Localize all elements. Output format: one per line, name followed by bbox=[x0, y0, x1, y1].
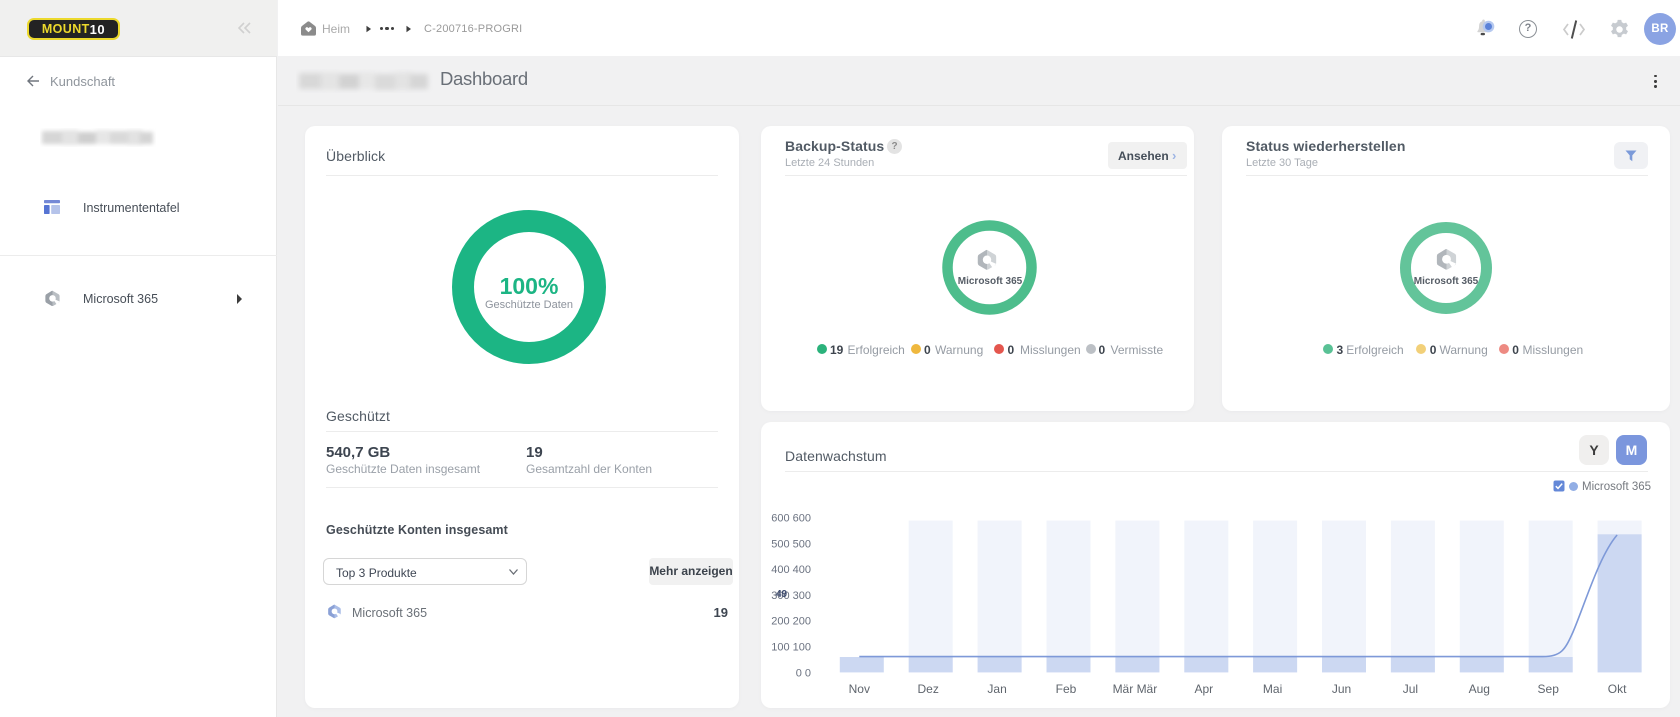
svg-text:400 400: 400 400 bbox=[771, 564, 811, 576]
svg-text:500 500: 500 500 bbox=[771, 538, 811, 550]
svg-text:Aug: Aug bbox=[1469, 682, 1490, 696]
svg-text:0 0: 0 0 bbox=[796, 667, 811, 679]
svg-text:49: 49 bbox=[776, 589, 788, 600]
svg-text:200 200: 200 200 bbox=[771, 616, 811, 628]
svg-text:100 100: 100 100 bbox=[771, 642, 811, 654]
svg-text:Okt: Okt bbox=[1608, 682, 1627, 696]
svg-text:Mai: Mai bbox=[1263, 682, 1282, 696]
svg-text:Dez: Dez bbox=[918, 682, 939, 696]
svg-text:Sep: Sep bbox=[1538, 682, 1560, 696]
svg-text:600 600: 600 600 bbox=[771, 513, 811, 525]
svg-text:Jun: Jun bbox=[1332, 682, 1351, 696]
svg-text:Jan: Jan bbox=[987, 682, 1006, 696]
svg-text:Feb: Feb bbox=[1056, 682, 1077, 696]
svg-text:Mär Mär: Mär Mär bbox=[1113, 682, 1158, 696]
svg-text:Apr: Apr bbox=[1194, 682, 1213, 696]
svg-text:Jul: Jul bbox=[1403, 682, 1418, 696]
svg-text:Nov: Nov bbox=[849, 682, 870, 696]
